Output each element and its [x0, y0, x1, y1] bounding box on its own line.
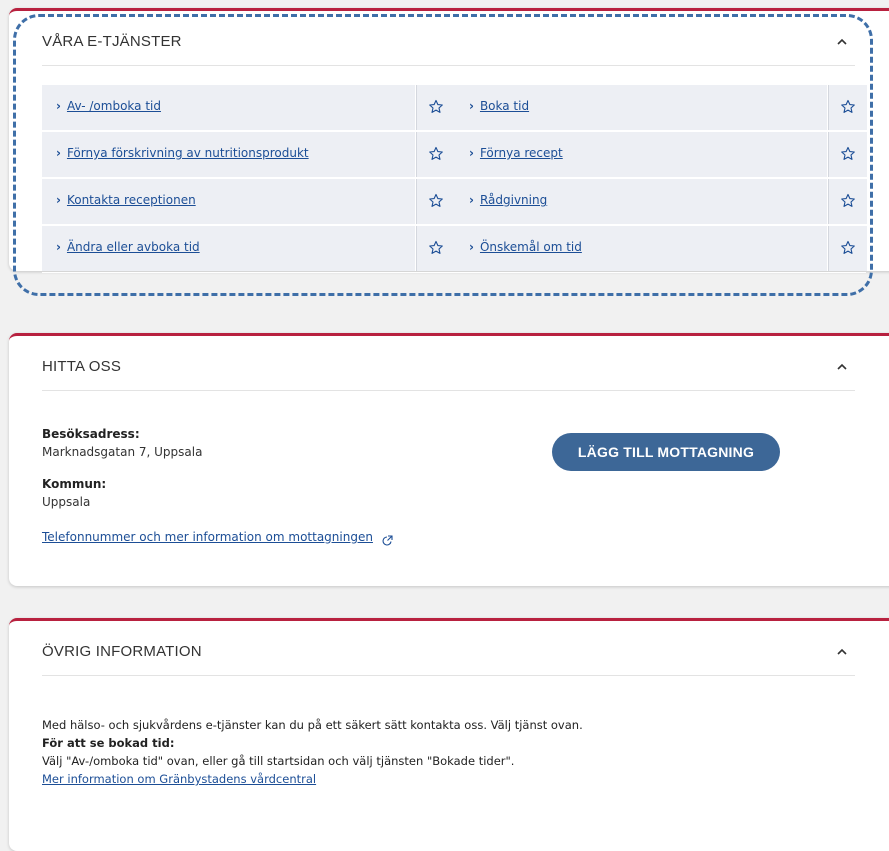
- eservice-label[interactable]: Förnya förskrivning av nutritionsprodukt: [67, 146, 309, 160]
- municipality-value: Uppsala: [42, 495, 91, 509]
- other-info-title: ÖVRIG INFORMATION: [42, 643, 202, 660]
- address-value: Marknadsgatan 7, Uppsala: [42, 445, 203, 459]
- chevron-right-icon: ›: [56, 240, 61, 254]
- booked-time-heading: För att se bokad tid:: [42, 736, 175, 750]
- chevron-right-icon: ›: [469, 99, 474, 113]
- eservice-label[interactable]: Önskemål om tid: [480, 240, 582, 254]
- chevron-right-icon: ›: [56, 99, 61, 113]
- eservice-label[interactable]: Rådgivning: [480, 193, 547, 207]
- eservice-label[interactable]: Kontakta receptionen: [67, 193, 196, 207]
- favorite-star-icon[interactable]: [416, 132, 455, 177]
- other-info-card: ÖVRIG INFORMATION Med hälso- och sjukvår…: [9, 618, 889, 851]
- eservice-link[interactable]: › Av- /omboka tid: [56, 99, 161, 113]
- other-info-text: Med hälso- och sjukvårdens e-tjänster ka…: [42, 718, 583, 732]
- eservice-label[interactable]: Förnya recept: [480, 146, 563, 160]
- favorite-star-icon[interactable]: [416, 179, 455, 224]
- clinic-info-link[interactable]: Telefonnummer och mer information om mot…: [42, 530, 373, 544]
- chevron-up-icon[interactable]: [835, 645, 849, 659]
- chevron-right-icon: ›: [469, 240, 474, 254]
- eservices-title: VÅRA E-TJÄNSTER: [42, 33, 182, 50]
- eservice-item[interactable]: › Rådgivning: [455, 179, 827, 224]
- eservice-item[interactable]: › Ändra eller avboka tid: [42, 226, 415, 271]
- favorite-star-icon[interactable]: [828, 85, 867, 130]
- eservice-link[interactable]: › Önskemål om tid: [469, 240, 582, 254]
- eservice-link[interactable]: › Boka tid: [469, 99, 529, 113]
- chevron-right-icon: ›: [56, 193, 61, 207]
- eservice-item[interactable]: › Förnya förskrivning av nutritionsproduk…: [42, 132, 415, 177]
- address-label: Besöksadress:: [42, 427, 140, 441]
- eservice-link[interactable]: › Förnya recept: [469, 146, 563, 160]
- favorite-star-icon[interactable]: [416, 85, 455, 130]
- eservice-label[interactable]: Av- /omboka tid: [67, 99, 161, 113]
- eservice-link[interactable]: › Kontakta receptionen: [56, 193, 196, 207]
- eservice-row: › Kontakta receptionen › Rådgivning: [42, 179, 867, 226]
- favorite-star-icon[interactable]: [828, 132, 867, 177]
- eservice-label[interactable]: Boka tid: [480, 99, 529, 113]
- eservice-item[interactable]: › Av- /omboka tid: [42, 85, 415, 130]
- chevron-up-icon[interactable]: [835, 35, 849, 49]
- eservice-row: › Förnya förskrivning av nutritionsproduk…: [42, 132, 867, 179]
- find-us-title: HITTA OSS: [42, 358, 122, 375]
- chevron-up-icon[interactable]: [835, 360, 849, 374]
- favorite-star-icon[interactable]: [828, 179, 867, 224]
- eservice-row: › Av- /omboka tid › Boka tid: [42, 85, 867, 132]
- other-info-header[interactable]: ÖVRIG INFORMATION: [42, 621, 855, 676]
- eservice-item[interactable]: › Önskemål om tid: [455, 226, 827, 271]
- eservice-item[interactable]: › Kontakta receptionen: [42, 179, 415, 224]
- favorite-star-icon[interactable]: [416, 226, 455, 271]
- more-info-link[interactable]: Mer information om Gränbystadens vårdcen…: [42, 772, 316, 786]
- eservices-list: › Av- /omboka tid › Boka tid › Förnya försk…: [42, 85, 867, 273]
- chevron-right-icon: ›: [56, 146, 61, 160]
- chevron-right-icon: ›: [469, 146, 474, 160]
- eservice-link[interactable]: › Ändra eller avboka tid: [56, 240, 200, 254]
- eservice-item[interactable]: › Boka tid: [455, 85, 827, 130]
- booked-time-text: Välj "Av-/omboka tid" ovan, eller gå til…: [42, 754, 515, 768]
- eservice-label[interactable]: Ändra eller avboka tid: [67, 240, 200, 254]
- eservice-link[interactable]: › Rådgivning: [469, 193, 547, 207]
- add-clinic-button[interactable]: LÄGG TILL MOTTAGNING: [552, 433, 780, 471]
- find-us-header[interactable]: HITTA OSS: [42, 336, 855, 391]
- eservices-header[interactable]: VÅRA E-TJÄNSTER: [42, 11, 855, 66]
- eservice-row: › Ändra eller avboka tid › Önskemål om tid: [42, 226, 867, 273]
- chevron-right-icon: ›: [469, 193, 474, 207]
- find-us-card: HITTA OSS Besöksadress: Marknadsgatan 7,…: [9, 333, 889, 586]
- external-link-icon[interactable]: [382, 531, 393, 550]
- eservice-link[interactable]: › Förnya förskrivning av nutritionsproduk…: [56, 146, 309, 160]
- favorite-star-icon[interactable]: [828, 226, 867, 271]
- municipality-label: Kommun:: [42, 477, 107, 491]
- eservice-item[interactable]: › Förnya recept: [455, 132, 827, 177]
